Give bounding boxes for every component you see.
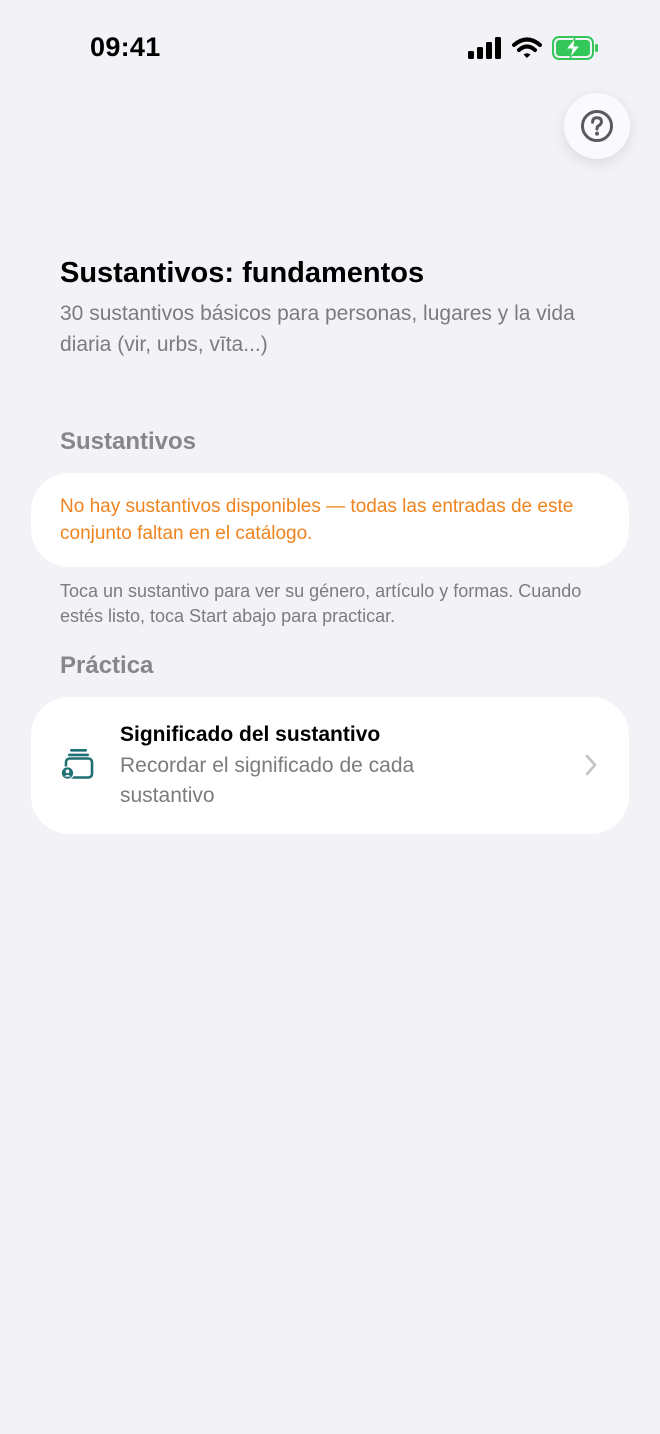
practice-item-title: Significado del sustantivo [120, 723, 381, 746]
question-circle-icon [581, 110, 613, 142]
wifi-icon [512, 37, 542, 58]
status-bar: 09:41 [0, 0, 660, 96]
battery-charging-icon [552, 36, 598, 60]
practice-section-heading: Práctica [60, 652, 154, 679]
status-icons [468, 36, 600, 60]
empty-nouns-card: No hay sustantivos disponibles — todas l… [31, 473, 629, 567]
practice-item-description: Recordar el significado de cada sustanti… [120, 754, 415, 807]
signal-icon [468, 37, 501, 59]
page-subtitle: 30 sustantivos básicos para personas, lu… [60, 302, 575, 356]
page-title: Sustantivos: fundamentos [60, 257, 425, 289]
practice-item-noun-meaning[interactable]: Significado del sustantivo Recordar el s… [31, 697, 629, 834]
help-button[interactable] [564, 93, 630, 159]
flashcards-person-icon [61, 749, 94, 780]
nouns-hint: Toca un sustantivo para ver su género, a… [60, 581, 582, 626]
header: Sustantivos: fundamentos 30 sustantivos … [60, 254, 600, 360]
status-time: 09:41 [90, 32, 161, 62]
chevron-right-icon [585, 754, 597, 776]
nouns-section-heading: Sustantivos [60, 428, 197, 455]
empty-nouns-message: No hay sustantivos disponibles — todas l… [60, 496, 574, 544]
